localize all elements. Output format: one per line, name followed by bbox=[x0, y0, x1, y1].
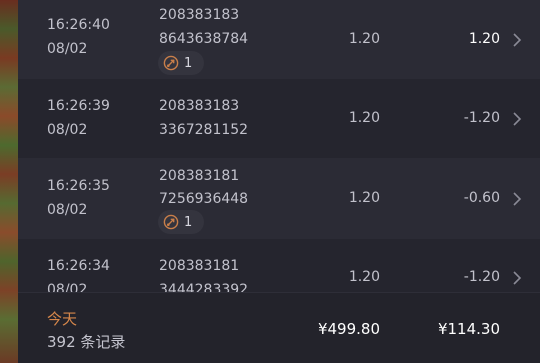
row-balance: -1.20 bbox=[463, 110, 500, 126]
list-item[interactable]: 16:26:35 08/02 208383181 7256936448 1 1.… bbox=[18, 158, 540, 239]
row-amount: 1.20 bbox=[348, 110, 380, 126]
row-date: 08/02 bbox=[47, 122, 88, 138]
total-amount: ¥499.80 bbox=[317, 320, 380, 338]
row-time: 16:26:40 bbox=[47, 17, 110, 33]
row-order-id: 208383181 bbox=[159, 168, 240, 184]
chevron-right-icon[interactable] bbox=[512, 33, 522, 47]
row-order-id: 208383183 bbox=[159, 98, 240, 114]
badge-count: 1 bbox=[184, 214, 193, 230]
row-sub-id: 3367281152 bbox=[159, 122, 249, 138]
share-badge[interactable]: 1 bbox=[158, 51, 204, 75]
share-badge[interactable]: 1 bbox=[158, 210, 204, 234]
row-amount: 1.20 bbox=[348, 31, 380, 47]
chevron-right-icon[interactable] bbox=[512, 271, 522, 285]
record-list-panel: 16:26:40 08/02 208383183 8643638784 1 1.… bbox=[18, 0, 540, 363]
row-sub-id: 7256936448 bbox=[159, 191, 249, 207]
chevron-right-icon[interactable] bbox=[512, 112, 522, 126]
list-item[interactable]: 16:26:40 08/02 208383183 8643638784 1 1.… bbox=[18, 0, 540, 79]
row-time: 16:26:34 bbox=[47, 258, 110, 274]
badge-count: 1 bbox=[184, 55, 193, 71]
record-count: 392 条记录 bbox=[47, 333, 126, 351]
row-time: 16:26:35 bbox=[47, 178, 110, 194]
summary-footer: 今天 392 条记录 ¥499.80 ¥114.30 bbox=[18, 292, 540, 363]
row-amount: 1.20 bbox=[348, 269, 380, 285]
row-date: 08/02 bbox=[47, 202, 88, 218]
share-link-icon bbox=[163, 55, 179, 71]
row-balance: -1.20 bbox=[463, 269, 500, 285]
share-link-icon bbox=[163, 214, 179, 230]
footer-day-label: 今天 bbox=[47, 310, 78, 328]
row-amount: 1.20 bbox=[348, 190, 380, 206]
row-order-id: 208383183 bbox=[159, 7, 240, 23]
background-image-strip bbox=[0, 0, 18, 363]
row-order-id: 208383181 bbox=[159, 258, 240, 274]
row-balance: -0.60 bbox=[463, 190, 500, 206]
row-balance: 1.20 bbox=[468, 31, 500, 47]
list-item[interactable]: 16:26:39 08/02 208383183 3367281152 1.20… bbox=[18, 79, 540, 158]
total-balance: ¥114.30 bbox=[437, 320, 500, 338]
row-date: 08/02 bbox=[47, 41, 88, 57]
chevron-right-icon[interactable] bbox=[512, 192, 522, 206]
row-time: 16:26:39 bbox=[47, 98, 110, 114]
row-sub-id: 8643638784 bbox=[159, 31, 249, 47]
